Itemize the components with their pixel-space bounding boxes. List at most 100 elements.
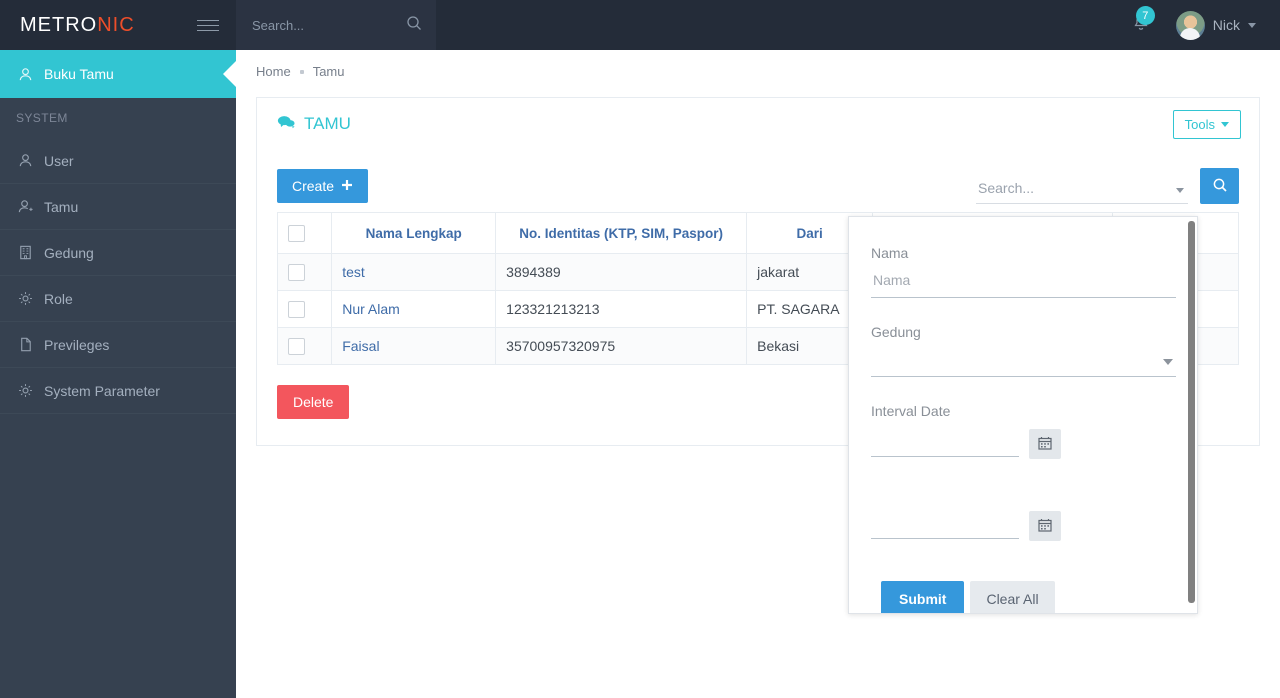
sidebar-item-tamu[interactable]: Tamu [0, 184, 236, 230]
header-search-input[interactable] [250, 16, 390, 34]
create-button[interactable]: Create [277, 169, 369, 203]
sidebar-item-role[interactable]: Role [0, 276, 236, 322]
nama-link[interactable]: Nur Alam [342, 301, 400, 317]
search-button[interactable] [1200, 168, 1239, 204]
row-select-cell [276, 253, 333, 291]
row-select-cell [276, 327, 333, 365]
user-icon [16, 152, 34, 169]
search-icon[interactable] [406, 15, 422, 36]
date-to-input-wrapper[interactable] [871, 513, 1019, 539]
field-group-gedung: Gedung [871, 324, 1176, 377]
sidebar-item-label: System Parameter [44, 382, 160, 399]
breadcrumb-separator-icon [299, 69, 304, 74]
clear-all-button[interactable]: Clear All [970, 581, 1055, 613]
gedung-select[interactable] [871, 350, 1176, 368]
breadcrumb-current: Tamu [312, 64, 345, 79]
table-toolbar: Create [277, 160, 1239, 212]
cell-nama-lengkap: test [331, 253, 497, 291]
brand-logo-part1: METRO [20, 13, 98, 36]
search-icon [1212, 177, 1228, 196]
field-group-interval-date: Interval Date [871, 403, 1175, 541]
table-search-group [976, 168, 1239, 204]
hamburger-icon[interactable] [180, 0, 236, 50]
nama-label: Nama [871, 245, 909, 261]
header-search-box[interactable] [236, 0, 436, 50]
date-from-row [871, 429, 1175, 459]
page-title: TAMU [277, 114, 351, 135]
portlet-title-text: TAMU [304, 114, 351, 133]
portlet-header: TAMU Tools [257, 98, 1259, 150]
date-to-row [871, 511, 1175, 541]
nama-input[interactable] [871, 271, 1176, 289]
speech-bubbles-icon [277, 114, 295, 135]
chevron-down-icon [1221, 121, 1229, 127]
column-header-no-identitas[interactable]: No. Identitas (KTP, SIM, Paspor) [495, 212, 748, 254]
user-menu[interactable]: Nick [1168, 0, 1260, 50]
tools-button-label: Tools [1184, 116, 1215, 132]
sidebar-item-label: Tamu [44, 198, 79, 215]
document-icon [16, 336, 34, 353]
gedung-select-wrapper[interactable] [871, 350, 1176, 377]
active-arrow-indicator [223, 61, 236, 87]
date-from-calendar-button[interactable] [1029, 429, 1061, 459]
sidebar-item-label: Buku Tamu [44, 66, 114, 82]
advanced-search-popup: Nama Gedung Interval Date [848, 216, 1198, 614]
cell-nama-lengkap: Faisal [331, 327, 497, 365]
sidebar-section-heading: SYSTEM [16, 111, 68, 125]
sidebar-item-previleges[interactable]: Previleges [0, 322, 236, 368]
notification-count-badge: 7 [1135, 6, 1155, 25]
breadcrumb: Home Tamu [236, 50, 1280, 79]
brand-logo-part2: NIC [97, 13, 135, 36]
row-select-cell [276, 290, 333, 328]
sidebar-item-gedung[interactable]: Gedung [0, 230, 236, 276]
sidebar-item-label: Previleges [44, 336, 110, 353]
popup-form: Nama Gedung Interval Date [849, 217, 1197, 613]
notifications-button[interactable]: 7 [1118, 0, 1164, 50]
cell-no-identitas: 123321213213 [495, 290, 748, 328]
cell-no-identitas: 3894389 [495, 253, 748, 291]
create-button-label: Create [292, 178, 335, 194]
submit-button[interactable]: Submit [881, 581, 965, 613]
user-name-label: Nick [1212, 17, 1240, 33]
popup-scrollbar[interactable] [1188, 221, 1195, 603]
header-right-area: 7 Nick [1118, 0, 1280, 50]
nama-link[interactable]: test [342, 264, 365, 280]
row-checkbox[interactable] [288, 300, 305, 318]
gear-icon [16, 290, 34, 307]
column-header-nama-lengkap[interactable]: Nama Lengkap [331, 212, 497, 254]
calendar-icon [1038, 436, 1052, 453]
date-from-input-wrapper[interactable] [871, 431, 1019, 457]
tools-button[interactable]: Tools [1172, 109, 1241, 139]
gedung-label: Gedung [871, 324, 921, 340]
top-header: METRONIC 7 Nick [0, 0, 1280, 50]
select-all-header [276, 212, 333, 254]
date-to-input[interactable] [871, 513, 1019, 537]
chevron-down-icon [1248, 22, 1256, 28]
select-all-checkbox[interactable] [288, 224, 305, 242]
search-input[interactable] [976, 179, 1156, 197]
date-to-calendar-button[interactable] [1029, 511, 1061, 541]
chevron-down-icon[interactable] [1176, 188, 1184, 193]
nama-input-wrapper[interactable] [871, 271, 1176, 298]
avatar [1175, 10, 1205, 40]
sidebar-item-buku-tamu[interactable]: Buku Tamu [0, 50, 236, 98]
delete-button[interactable]: Delete [277, 385, 350, 419]
cell-no-identitas: 35700957320975 [495, 327, 748, 365]
popup-action-buttons: Submit Clear All [871, 567, 1175, 613]
sidebar-item-system-parameter[interactable]: System Parameter [0, 368, 236, 414]
date-from-input[interactable] [871, 431, 1019, 455]
sidebar-item-user[interactable]: User [0, 138, 236, 184]
chevron-down-icon[interactable] [1163, 359, 1173, 365]
interval-date-label: Interval Date [871, 403, 951, 419]
nama-link[interactable]: Faisal [342, 338, 379, 354]
breadcrumb-home[interactable]: Home [256, 64, 291, 79]
brand-logo[interactable]: METRO NIC [0, 0, 180, 50]
row-checkbox[interactable] [288, 337, 305, 355]
cell-nama-lengkap: Nur Alam [331, 290, 497, 328]
row-checkbox[interactable] [288, 263, 305, 281]
calendar-icon [1038, 518, 1052, 535]
sidebar-item-label: Gedung [44, 244, 94, 261]
table-search-field[interactable] [976, 179, 1188, 204]
sidebar-item-label: User [44, 152, 74, 169]
sidebar-item-label: Role [44, 290, 73, 307]
